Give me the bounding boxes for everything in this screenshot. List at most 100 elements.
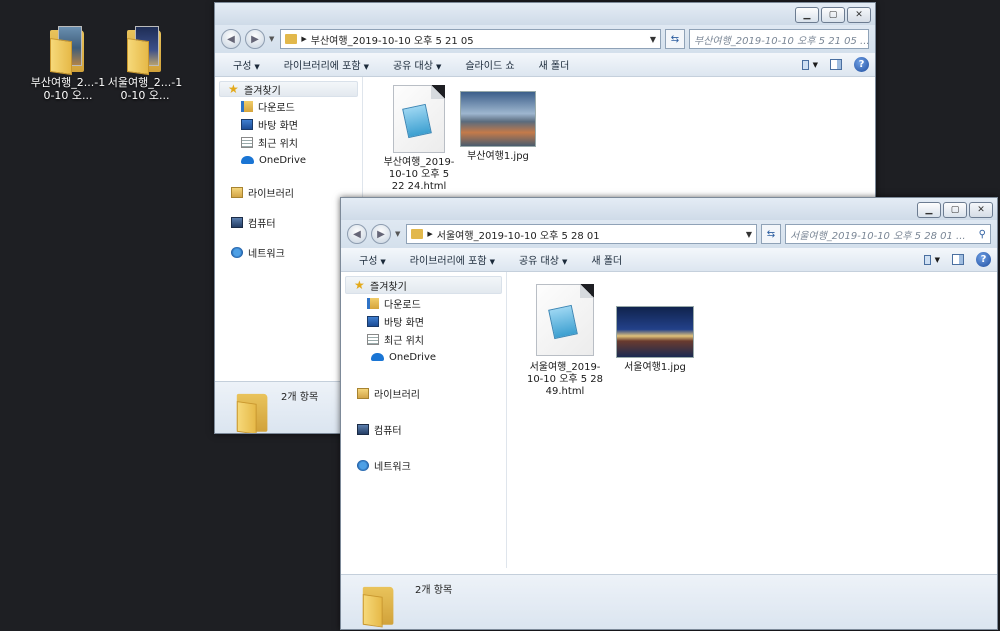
network-icon — [231, 246, 243, 258]
help-icon[interactable]: ? — [854, 57, 869, 72]
command-bar: 구성 ▼ 라이브러리에 포함 ▼ 공유 대상 ▼ 슬라이드 쇼 새 폴더 ▼ ? — [215, 53, 875, 77]
search-placeholder: 서울여행_2019-10-10 오후 5 28 01 ... — [790, 230, 966, 242]
address-dropdown-icon[interactable]: ▼ — [746, 230, 752, 239]
share-button[interactable]: 공유 대상 ▼ — [381, 57, 453, 72]
preview-pane-icon[interactable] — [828, 58, 844, 72]
desktop-icon — [241, 118, 253, 130]
file-name: 서울여행1.jpg — [624, 362, 686, 373]
star-icon: ★ — [354, 277, 365, 292]
downloads-icon — [241, 100, 253, 112]
nav-desktop[interactable]: 바탕 화면 — [215, 115, 362, 133]
address-bar[interactable]: ▶ 부산여행_2019-10-10 오후 5 21 05 ▼ — [280, 29, 661, 49]
folder-icon — [127, 26, 163, 76]
minimize-button[interactable]: ▁ — [795, 7, 819, 23]
folder-icon — [411, 229, 424, 239]
command-bar: 구성 ▼ 라이브러리에 포함 ▼ 공유 대상 ▼ 새 폴더 ▼ ? — [341, 248, 997, 272]
downloads-icon — [367, 297, 379, 309]
search-icon[interactable]: ⚲ — [979, 229, 986, 240]
file-item-jpg[interactable]: 부산여행1.jpg — [459, 91, 537, 163]
file-item-jpg[interactable]: 서울여행1.jpg — [613, 306, 697, 374]
maximize-button[interactable]: ▢ — [943, 202, 967, 218]
computer-icon — [231, 216, 243, 228]
address-path: 부산여행_2019-10-10 오후 5 21 05 — [310, 35, 474, 47]
desktop-icon — [367, 315, 379, 327]
nav-recent[interactable]: 최근 위치 — [215, 133, 362, 151]
item-count: 2개 항목 — [281, 392, 319, 403]
slideshow-button[interactable]: 슬라이드 쇼 — [453, 57, 526, 72]
share-button[interactable]: 공유 대상 ▼ — [507, 252, 579, 267]
nav-computer[interactable]: 컴퓨터 — [341, 420, 506, 438]
new-folder-button[interactable]: 새 폴더 — [579, 252, 634, 267]
include-library-button[interactable]: 라이브러리에 포함 ▼ — [272, 57, 381, 72]
view-options-icon[interactable]: ▼ — [924, 253, 940, 267]
back-arrow-icon[interactable]: ◀ — [347, 224, 367, 244]
desktop-folder-label: 서울여행_2...-10-10 오... — [107, 76, 183, 102]
library-icon — [231, 186, 243, 198]
desktop-folder-busan[interactable]: 부산여행_2...-10-10 오... — [30, 26, 106, 102]
address-row: ◀ ▶ ▼ ▶ 부산여행_2019-10-10 오후 5 21 05 ▼ ⇆ 부… — [215, 25, 875, 53]
refresh-icon[interactable]: ⇆ — [665, 29, 685, 49]
title-bar[interactable]: ▁ ▢ ✕ — [215, 3, 875, 25]
search-placeholder: 부산여행_2019-10-10 오후 5 21 05 ... — [694, 35, 869, 47]
organize-button[interactable]: 구성 ▼ — [221, 57, 272, 72]
folder-icon — [285, 34, 298, 44]
folder-icon — [50, 26, 86, 76]
text-document-icon — [536, 284, 594, 356]
image-thumbnail — [616, 306, 694, 358]
address-dropdown-icon[interactable]: ▼ — [650, 35, 656, 44]
breadcrumb-arrow-icon[interactable]: ▶ — [301, 35, 306, 43]
explorer-window-seoul[interactable]: ▁ ▢ ✕ ◀ ▶ ▼ ▶ 서울여행_2019-10-10 오후 5 28 01… — [340, 197, 998, 630]
maximize-button[interactable]: ▢ — [821, 7, 845, 23]
image-thumbnail — [460, 91, 536, 147]
folder-icon — [236, 390, 269, 433]
address-bar[interactable]: ▶ 서울여행_2019-10-10 오후 5 28 01 ▼ — [406, 224, 757, 244]
nav-downloads[interactable]: 다운로드 — [215, 97, 362, 115]
close-button[interactable]: ✕ — [969, 202, 993, 218]
onedrive-cloud-icon — [371, 353, 384, 361]
item-count: 2개 항목 — [415, 585, 453, 596]
back-arrow-icon[interactable]: ◀ — [221, 29, 241, 49]
onedrive-cloud-icon — [241, 156, 254, 164]
breadcrumb-arrow-icon[interactable]: ▶ — [427, 230, 432, 238]
close-button[interactable]: ✕ — [847, 7, 871, 23]
desktop-folder-label: 부산여행_2...-10-10 오... — [30, 76, 106, 102]
file-name: 부산여행_2019-10-10 오후 5 22 24.html — [383, 157, 455, 192]
help-icon[interactable]: ? — [976, 252, 991, 267]
nav-favorites[interactable]: ★ 즐겨찾기 — [219, 81, 358, 97]
file-item-html[interactable]: 서울여행_2019-10-10 오후 5 28 49.html — [525, 284, 605, 398]
nav-desktop[interactable]: 바탕 화면 — [341, 312, 506, 330]
address-path: 서울여행_2019-10-10 오후 5 28 01 — [436, 230, 600, 242]
nav-libraries[interactable]: 라이브러리 — [341, 384, 506, 402]
include-library-button[interactable]: 라이브러리에 포함 ▼ — [398, 252, 507, 267]
forward-arrow-icon[interactable]: ▶ — [245, 29, 265, 49]
search-input[interactable]: 서울여행_2019-10-10 오후 5 28 01 ... ⚲ — [785, 224, 991, 244]
desktop-folder-seoul[interactable]: 서울여행_2...-10-10 오... — [107, 26, 183, 102]
file-item-html[interactable]: 부산여행_2019-10-10 오후 5 22 24.html — [383, 85, 455, 193]
forward-arrow-icon[interactable]: ▶ — [371, 224, 391, 244]
organize-button[interactable]: 구성 ▼ — [347, 252, 398, 267]
history-dropdown-icon[interactable]: ▼ — [269, 35, 274, 43]
nav-onedrive[interactable]: OneDrive — [341, 348, 506, 366]
navigation-pane: ★ 즐겨찾기 다운로드 바탕 화면 최근 위치 OneDrive 라이브러리 컴… — [341, 272, 507, 568]
view-options-icon[interactable]: ▼ — [802, 58, 818, 72]
star-icon: ★ — [228, 81, 239, 96]
preview-pane-icon[interactable] — [950, 253, 966, 267]
library-icon — [357, 387, 369, 399]
nav-recent[interactable]: 최근 위치 — [341, 330, 506, 348]
refresh-icon[interactable]: ⇆ — [761, 224, 781, 244]
new-folder-button[interactable]: 새 폴더 — [527, 57, 582, 72]
minimize-button[interactable]: ▁ — [917, 202, 941, 218]
history-dropdown-icon[interactable]: ▼ — [395, 230, 400, 238]
nav-network[interactable]: 네트워크 — [341, 456, 506, 474]
status-bar: 2개 항목 — [341, 574, 997, 629]
search-input[interactable]: 부산여행_2019-10-10 오후 5 21 05 ... ⚲ — [689, 29, 869, 49]
nav-downloads[interactable]: 다운로드 — [341, 294, 506, 312]
recent-places-icon — [241, 136, 253, 148]
file-name: 서울여행_2019-10-10 오후 5 28 49.html — [526, 362, 604, 397]
computer-icon — [357, 423, 369, 435]
nav-onedrive[interactable]: OneDrive — [215, 151, 362, 169]
title-bar[interactable]: ▁ ▢ ✕ — [341, 198, 997, 220]
nav-favorites[interactable]: ★ 즐겨찾기 — [345, 276, 502, 294]
file-list: 서울여행_2019-10-10 오후 5 28 49.html 서울여행1.jp… — [507, 272, 997, 568]
file-name: 부산여행1.jpg — [467, 151, 529, 162]
